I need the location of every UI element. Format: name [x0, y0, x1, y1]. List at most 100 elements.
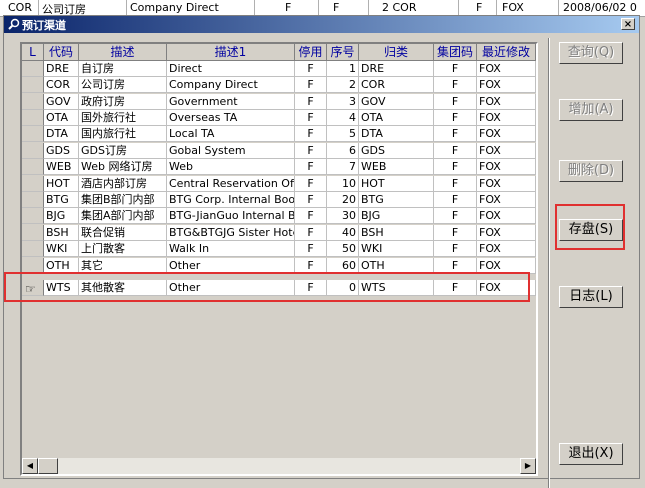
cell-category[interactable]: GDS [359, 143, 434, 159]
cell-desc1[interactable]: Other [167, 258, 295, 274]
row-selector[interactable] [22, 94, 44, 110]
cell-group-code[interactable]: F [434, 61, 477, 77]
cell-seq[interactable]: 40 [327, 225, 359, 241]
row-selector[interactable] [22, 225, 44, 241]
cell-seq[interactable]: 4 [327, 110, 359, 126]
cell-code[interactable]: WKI [44, 241, 79, 257]
cell-halt[interactable]: F [295, 77, 327, 93]
cell-group-code[interactable]: F [434, 94, 477, 110]
table-row[interactable]: HOT 酒店内部订房 Central Reservation Offic F 10 HOT… [22, 176, 536, 192]
cell-halt[interactable]: F [295, 258, 327, 274]
cell-group-code[interactable]: F [434, 280, 477, 296]
cell-desc[interactable]: 政府订房 [79, 94, 167, 110]
col-header-desc1[interactable]: 描述1 [167, 44, 295, 61]
cell-halt[interactable]: F [295, 110, 327, 126]
row-selector[interactable]: ☞ [22, 280, 44, 296]
cell-code[interactable]: BJG [44, 208, 79, 224]
cell-last-modified[interactable]: FOX [477, 192, 536, 208]
cell-desc[interactable]: 酒店内部订房 [79, 176, 167, 192]
cell-group-code[interactable]: F [434, 241, 477, 257]
cell-last-modified[interactable]: FOX [477, 176, 536, 192]
row-selector[interactable] [22, 61, 44, 77]
exit-button[interactable]: 退出(X) [559, 443, 623, 465]
cell-desc1[interactable]: Central Reservation Offic [167, 176, 295, 192]
row-selector[interactable] [22, 110, 44, 126]
cell-last-modified[interactable]: FOX [477, 77, 536, 93]
row-selector[interactable] [22, 159, 44, 175]
cell-group-code[interactable]: F [434, 192, 477, 208]
cell-category[interactable]: BJG [359, 208, 434, 224]
cell-desc1[interactable]: Company Direct [167, 77, 295, 93]
cell-category[interactable]: OTH [359, 258, 434, 274]
table-row[interactable]: BTG 集团B部门内部 BTG Corp. Internal Booki F 20 BTG… [22, 192, 536, 208]
cell-desc1[interactable]: Gobal System [167, 143, 295, 159]
cell-desc[interactable]: GDS订房 [79, 143, 167, 159]
cell-desc[interactable]: 国内旅行社 [79, 126, 167, 142]
cell-seq[interactable]: 30 [327, 208, 359, 224]
table-row[interactable]: BSH 联合促销 BTG&BTGJG Sister Hotels F 40 BSH F FOX [22, 225, 536, 241]
cell-desc1[interactable]: Local TA [167, 126, 295, 142]
cell-halt[interactable]: F [295, 94, 327, 110]
cell-code[interactable]: DTA [44, 126, 79, 142]
horizontal-scrollbar[interactable]: ◀ ▶ [22, 458, 536, 474]
table-row[interactable]: DRE 自订房 Direct F 1 DRE F FOX [22, 61, 536, 77]
row-selector[interactable] [22, 192, 44, 208]
cell-last-modified[interactable]: FOX [477, 241, 536, 257]
cell-seq[interactable]: 20 [327, 192, 359, 208]
col-header-seq[interactable]: 序号 [327, 44, 359, 61]
table-row[interactable]: OTH 其它 Other F 60 OTH F FOX [22, 258, 536, 274]
row-selector[interactable] [22, 241, 44, 257]
row-selector[interactable] [22, 143, 44, 159]
cell-desc[interactable]: 集团A部门内部 [79, 208, 167, 224]
cell-last-modified[interactable]: FOX [477, 225, 536, 241]
col-header-desc[interactable]: 描述 [79, 44, 167, 61]
cell-group-code[interactable]: F [434, 258, 477, 274]
cell-halt[interactable]: F [295, 280, 327, 296]
cell-halt[interactable]: F [295, 143, 327, 159]
cell-code[interactable]: GOV [44, 94, 79, 110]
log-button[interactable]: 日志(L) [559, 286, 623, 308]
cell-seq[interactable]: 6 [327, 143, 359, 159]
cell-category[interactable]: WKI [359, 241, 434, 257]
cell-code[interactable]: WTS [44, 280, 79, 296]
cell-desc[interactable]: 其他散客 [79, 280, 167, 296]
cell-last-modified[interactable]: FOX [477, 143, 536, 159]
cell-group-code[interactable]: F [434, 208, 477, 224]
cell-category[interactable]: DRE [359, 61, 434, 77]
col-header-last-modified[interactable]: 最近修改 [477, 44, 536, 61]
cell-last-modified[interactable]: FOX [477, 280, 536, 296]
cell-category[interactable]: WEB [359, 159, 434, 175]
cell-desc1[interactable]: BTG&BTGJG Sister Hotels [167, 225, 295, 241]
cell-halt[interactable]: F [295, 176, 327, 192]
cell-halt[interactable]: F [295, 126, 327, 142]
cell-desc[interactable]: 自订房 [79, 61, 167, 77]
query-button[interactable]: 查询(Q) [559, 42, 623, 64]
save-button[interactable]: 存盘(S) [559, 219, 623, 241]
cell-group-code[interactable]: F [434, 126, 477, 142]
cell-last-modified[interactable]: FOX [477, 159, 536, 175]
category-edit-field[interactable]: WTS [361, 280, 429, 295]
cell-halt[interactable]: F [295, 61, 327, 77]
cell-seq[interactable]: 1 [327, 61, 359, 77]
cell-code[interactable]: OTH [44, 258, 79, 274]
cell-desc1[interactable]: Government [167, 94, 295, 110]
cell-desc1[interactable]: BTG Corp. Internal Booki [167, 192, 295, 208]
row-selector[interactable] [22, 258, 44, 274]
cell-group-code[interactable]: F [434, 159, 477, 175]
cell-seq[interactable]: 7 [327, 159, 359, 175]
cell-last-modified[interactable]: FOX [477, 94, 536, 110]
cell-group-code[interactable]: F [434, 225, 477, 241]
cell-halt[interactable]: F [295, 192, 327, 208]
cell-category[interactable]: GOV [359, 94, 434, 110]
table-row[interactable]: WEB Web 网络订房 Web F 7 WEB F FOX [22, 159, 536, 175]
cell-code[interactable]: BTG [44, 192, 79, 208]
cell-desc[interactable]: 其它 [79, 258, 167, 274]
row-selector[interactable] [22, 208, 44, 224]
close-button[interactable]: × [621, 18, 635, 30]
cell-desc1[interactable]: Other [167, 280, 295, 296]
cell-desc[interactable]: 公司订房 [79, 77, 167, 93]
cell-seq[interactable]: 10 [327, 176, 359, 192]
channel-grid[interactable]: L 代码 描述 描述1 停用 序号 归类 集团码 最近修改 DRE 自订房 Dire… [20, 42, 538, 476]
cell-desc[interactable]: 国外旅行社 [79, 110, 167, 126]
cell-halt[interactable]: F [295, 241, 327, 257]
